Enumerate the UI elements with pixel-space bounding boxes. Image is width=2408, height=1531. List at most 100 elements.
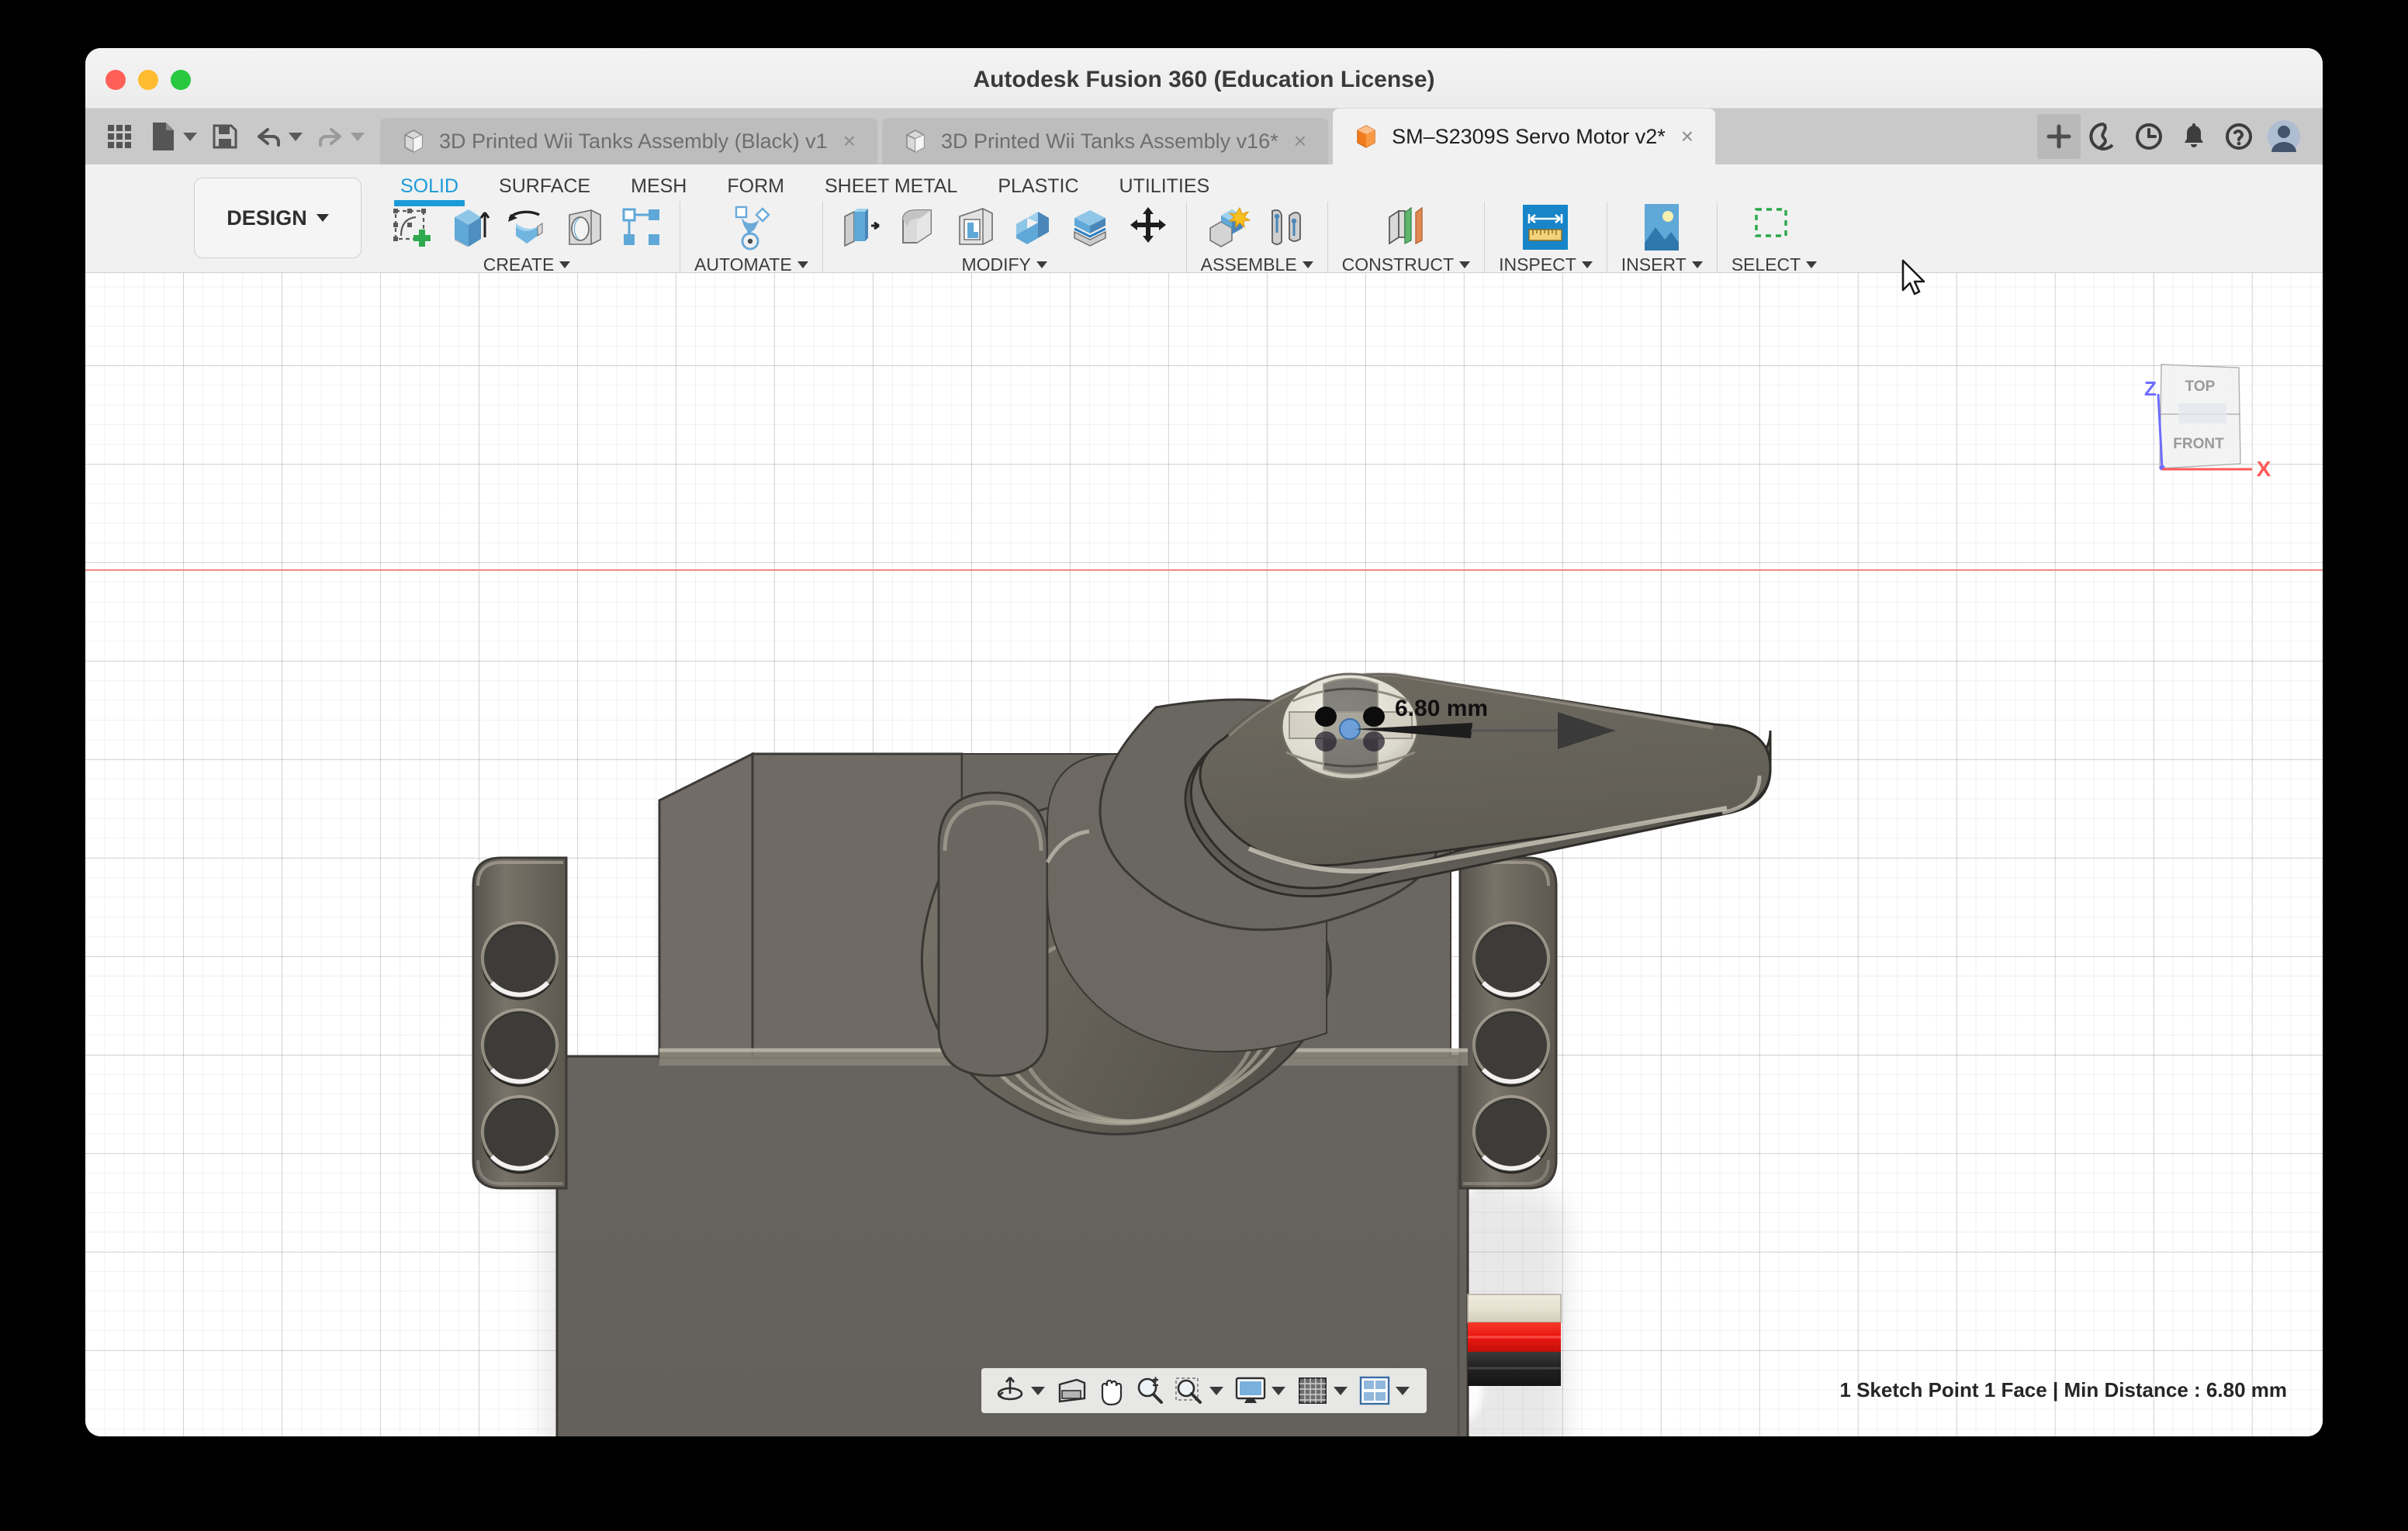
viewport-canvas[interactable]: 6.80 mm TOP FRONT Z X 1 Sketch Point 1 F…: [85, 273, 2323, 1436]
zoom-icon[interactable]: [1132, 1373, 1168, 1408]
display-settings-caret-icon[interactable]: [1271, 1386, 1285, 1395]
design-workspace-button[interactable]: DESIGN: [194, 178, 362, 258]
tab-sheet-metal[interactable]: SHEET METAL: [804, 169, 977, 203]
dimension-annotation: 6.80 mm: [1395, 696, 1489, 721]
extensions-icon[interactable]: [2082, 114, 2126, 159]
panel-divider: [822, 202, 823, 282]
chevron-down-icon: [559, 261, 571, 268]
close-tab-icon[interactable]: ×: [1680, 126, 1695, 147]
panel-select-label-wrap[interactable]: SELECT: [1732, 254, 1818, 275]
shell-icon[interactable]: [952, 203, 1000, 251]
insert-image-icon[interactable]: [1638, 203, 1686, 251]
rectangular-pattern-icon[interactable]: [618, 203, 666, 251]
orbit-caret-icon[interactable]: [1031, 1386, 1045, 1395]
chevron-down-icon: [1581, 261, 1593, 268]
look-at-icon[interactable]: [1054, 1373, 1090, 1408]
move-copy-icon[interactable]: [1124, 203, 1172, 251]
grid-snaps-caret-icon[interactable]: [1334, 1386, 1348, 1395]
tab-mesh[interactable]: MESH: [611, 169, 707, 203]
panel-divider: [1327, 202, 1328, 282]
new-component-icon[interactable]: [1204, 203, 1252, 251]
close-tab-icon[interactable]: ×: [1292, 130, 1308, 152]
app-grid-icon[interactable]: [99, 116, 140, 157]
tab-mesh-label: MESH: [631, 175, 687, 197]
view-cube-front-label[interactable]: FRONT: [2173, 436, 2224, 452]
display-settings-icon[interactable]: [1233, 1373, 1268, 1408]
document-tab[interactable]: 3D Printed Wii Tanks Assembly v16* ×: [882, 118, 1329, 164]
redo-icon[interactable]: [310, 116, 351, 157]
help-icon[interactable]: [2217, 114, 2261, 159]
zoom-window-caret-icon[interactable]: [1209, 1386, 1223, 1395]
orange-cube-icon: [1357, 125, 1375, 148]
hole-icon[interactable]: [560, 203, 608, 251]
panel-construct-label-wrap[interactable]: CONSTRUCT: [1341, 254, 1471, 275]
tab-utilities[interactable]: UTILITIES: [1099, 169, 1230, 203]
notifications-bell-icon[interactable]: [2172, 114, 2216, 159]
panel-automate: AUTOMATE: [687, 202, 816, 275]
panel-construct-label: CONSTRUCT: [1341, 254, 1455, 275]
revolve-icon[interactable]: [503, 203, 551, 251]
panel-automate-label: AUTOMATE: [694, 254, 792, 275]
save-icon[interactable]: [205, 116, 245, 157]
document-tab[interactable]: 3D Printed Wii Tanks Assembly (Black) v1…: [380, 118, 878, 164]
tab-surface[interactable]: SURFACE: [479, 169, 611, 203]
tab-form[interactable]: FORM: [707, 169, 804, 203]
joint-icon[interactable]: [1261, 203, 1310, 251]
document-tab-active[interactable]: SM–S2309S Servo Motor v2* ×: [1333, 109, 1716, 164]
fillet-icon[interactable]: [894, 203, 943, 251]
panel-inspect: INSPECT: [1491, 202, 1600, 275]
document-tab-strip: 3D Printed Wii Tanks Assembly (Black) v1…: [85, 109, 2323, 164]
workspace-tab-bar: SOLID SURFACE MESH FORM SHEET METAL PLAS…: [380, 169, 1230, 206]
undo-caret-icon[interactable]: [289, 132, 303, 141]
automated-modeling-icon[interactable]: [727, 203, 775, 251]
servo-motor-model[interactable]: [85, 273, 2323, 1436]
tab-surface-label: SURFACE: [499, 175, 591, 197]
tab-plastic[interactable]: PLASTIC: [977, 169, 1098, 203]
split-face-icon[interactable]: [1067, 203, 1115, 251]
panel-inspect-label-wrap[interactable]: INSPECT: [1499, 254, 1593, 275]
tab-plastic-label: PLASTIC: [998, 175, 1079, 197]
pan-icon[interactable]: [1093, 1373, 1129, 1408]
zoom-window-icon[interactable]: [1171, 1373, 1206, 1408]
chevron-down-icon: [1302, 261, 1313, 268]
tab-solid[interactable]: SOLID: [380, 169, 479, 206]
extrude-icon[interactable]: [445, 203, 493, 251]
select-window-icon[interactable]: [1750, 203, 1798, 251]
chevron-down-icon: [1459, 261, 1471, 268]
status-bar-text: 1 Sketch Point 1 Face | Min Distance : 6…: [1839, 1378, 2287, 1401]
avatar[interactable]: [2262, 114, 2306, 159]
create-sketch-icon[interactable]: [388, 203, 436, 251]
tab-utilities-label: UTILITIES: [1119, 175, 1210, 197]
redo-caret-icon[interactable]: [351, 132, 365, 141]
press-pull-icon[interactable]: [837, 203, 885, 251]
fusion360-window: Autodesk Fusion 360 (Education License): [85, 48, 2323, 1436]
new-file-icon[interactable]: [143, 116, 183, 157]
view-cube[interactable]: TOP FRONT Z X: [2124, 347, 2287, 495]
job-status-icon[interactable]: [2127, 114, 2171, 159]
panel-automate-label-wrap[interactable]: AUTOMATE: [694, 254, 808, 275]
panel-assemble-label-wrap[interactable]: ASSEMBLE: [1201, 254, 1313, 275]
combine-icon[interactable]: [1009, 203, 1057, 251]
ribbon-panels: CREATE AUTOMATE MODIFY ASSEMBLE CONSTRUC…: [380, 202, 2323, 282]
measure-icon[interactable]: [1521, 203, 1569, 251]
new-file-caret-icon[interactable]: [183, 132, 197, 141]
grey-cube-icon: [404, 130, 423, 153]
panel-create-label-wrap[interactable]: CREATE: [483, 254, 571, 275]
panel-modify-label-wrap[interactable]: MODIFY: [961, 254, 1047, 275]
viewports-caret-icon[interactable]: [1396, 1386, 1410, 1395]
document-tab-label: SM–S2309S Servo Motor v2*: [1392, 124, 1666, 148]
navigation-bar: [981, 1368, 1427, 1413]
offset-plane-icon[interactable]: [1382, 203, 1430, 251]
panel-insert-label: INSERT: [1621, 254, 1687, 275]
orbit-icon[interactable]: [992, 1373, 1028, 1408]
grid-snaps-icon[interactable]: [1295, 1373, 1330, 1408]
close-tab-icon[interactable]: ×: [842, 130, 857, 152]
view-cube-top-label[interactable]: TOP: [2185, 378, 2216, 395]
new-tab-button[interactable]: [2037, 114, 2081, 159]
panel-insert-label-wrap[interactable]: INSERT: [1621, 254, 1703, 275]
panel-modify: MODIFY: [829, 202, 1180, 275]
undo-icon[interactable]: [248, 116, 289, 157]
view-cube-body[interactable]: TOP FRONT: [2159, 364, 2241, 469]
viewports-icon[interactable]: [1357, 1373, 1393, 1408]
panel-assemble: ASSEMBLE: [1193, 202, 1321, 275]
